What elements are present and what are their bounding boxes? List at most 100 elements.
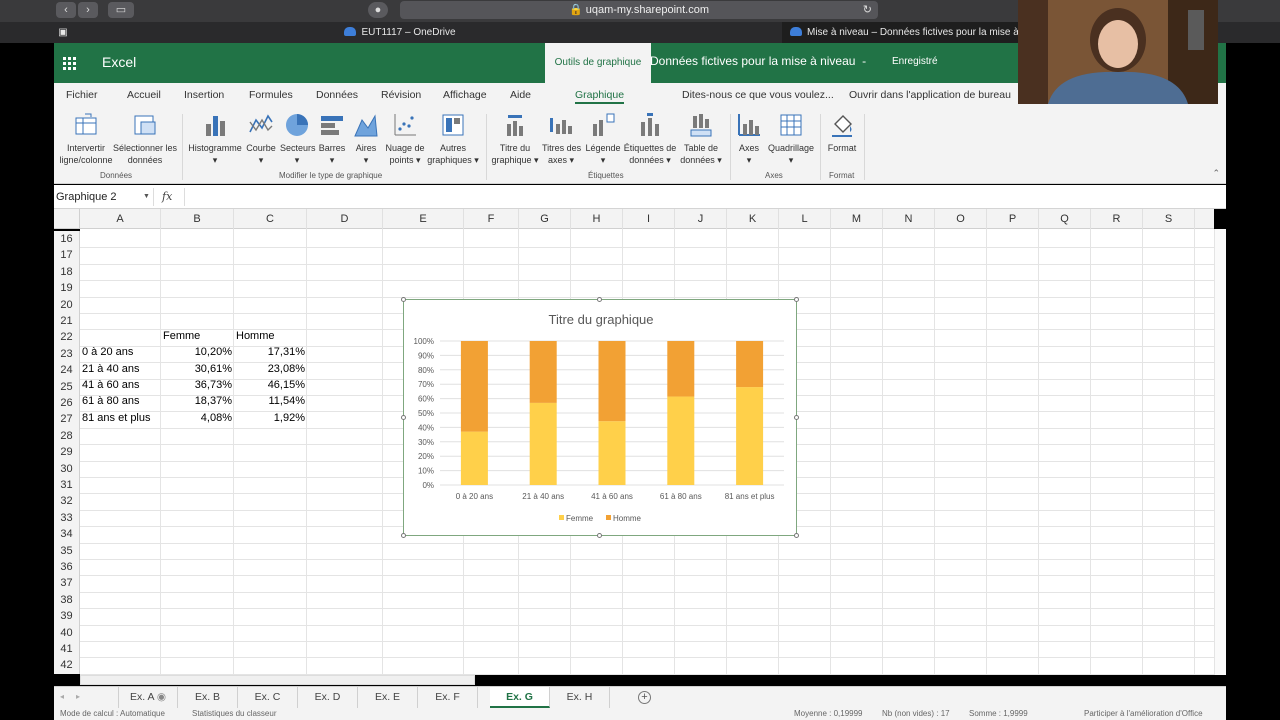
row-header-17[interactable]: 17 xyxy=(54,247,80,264)
column-header-l[interactable]: L xyxy=(779,209,831,229)
privacy-icon[interactable]: ● xyxy=(368,2,388,18)
calc-mode[interactable]: Mode de calcul : Automatique xyxy=(60,708,165,720)
legend-button[interactable]: Légende ▾ xyxy=(584,112,622,166)
row-header-26[interactable]: 26 xyxy=(54,395,80,412)
open-desktop-app[interactable]: Ouvrir dans l'application de bureau xyxy=(849,89,1011,101)
switch-row-column-button[interactable]: Intervertir ligne/colonne xyxy=(58,112,114,166)
row-header-37[interactable]: 37 xyxy=(54,575,80,592)
chart-tools-context-tab[interactable]: Outils de graphique xyxy=(545,43,651,83)
column-header-e[interactable]: E xyxy=(383,209,464,229)
tab-accueil[interactable]: Accueil xyxy=(127,89,161,101)
column-header-r[interactable]: R xyxy=(1091,209,1143,229)
tab-affichage[interactable]: Affichage xyxy=(443,89,487,101)
resize-handle[interactable] xyxy=(597,533,602,538)
column-header-g[interactable]: G xyxy=(519,209,571,229)
homme-value[interactable]: 1,92% xyxy=(234,410,307,426)
other-charts-button[interactable]: Autres graphiques ▾ xyxy=(426,112,480,166)
browser-tab-onedrive[interactable]: EUT1117 – OneDrive xyxy=(80,22,720,43)
name-box[interactable]: Graphique 2 xyxy=(54,188,154,206)
sheet-tab-ex-g[interactable]: Ex. G xyxy=(490,687,550,708)
row-header-39[interactable]: 39 xyxy=(54,608,80,625)
name-box-dropdown-icon[interactable]: ▼ xyxy=(143,188,150,206)
horizontal-scrollbar[interactable] xyxy=(80,675,475,685)
column-header-c[interactable]: C xyxy=(234,209,307,229)
row-header-40[interactable]: 40 xyxy=(54,624,80,641)
row-label[interactable]: 61 à 80 ans xyxy=(80,393,142,409)
resize-handle[interactable] xyxy=(794,533,799,538)
pie-chart-button[interactable]: Secteurs ▾ xyxy=(280,112,316,166)
sheet-tab-ex-c[interactable]: Ex. C xyxy=(238,687,298,708)
row-header-20[interactable]: 20 xyxy=(54,296,80,313)
column-header-f[interactable]: F xyxy=(464,209,519,229)
row-label[interactable]: 0 à 20 ans xyxy=(80,344,135,360)
homme-value[interactable]: 46,15% xyxy=(234,377,307,393)
row-label[interactable]: 41 à 60 ans xyxy=(80,377,142,393)
column-header-i[interactable]: I xyxy=(623,209,675,229)
tab-aide[interactable]: Aide xyxy=(510,89,531,101)
axis-titles-button[interactable]: Titres des axes ▾ xyxy=(542,112,581,166)
scatter-chart-button[interactable]: Nuage de points ▾ xyxy=(384,112,426,166)
line-chart-button[interactable]: Courbe ▾ xyxy=(244,112,278,166)
row-label[interactable]: 81 ans et plus xyxy=(80,410,153,426)
row-header-28[interactable]: 28 xyxy=(54,427,80,445)
row-header-18[interactable]: 18 xyxy=(54,263,80,281)
collapse-ribbon-icon[interactable]: ⌃ xyxy=(1212,168,1220,179)
feedback-link[interactable]: Participer à l'amélioration d'Office xyxy=(1084,708,1203,720)
function-icon[interactable]: fx xyxy=(162,188,172,206)
forward-button[interactable]: › xyxy=(78,2,98,18)
column-header-o[interactable]: O xyxy=(935,209,987,229)
row-header-42[interactable]: 42 xyxy=(54,657,80,674)
row-header-16[interactable]: 16 xyxy=(54,231,80,248)
sidebar-toggle-icon[interactable]: ▭ xyxy=(108,2,134,18)
row-header-32[interactable]: 32 xyxy=(54,493,80,510)
format-button[interactable]: Format xyxy=(824,112,860,154)
resize-handle[interactable] xyxy=(401,415,406,420)
header-femme[interactable]: Femme xyxy=(161,328,202,344)
homme-value[interactable]: 23,08% xyxy=(234,361,307,377)
homme-value[interactable]: 17,31% xyxy=(234,344,307,360)
tab-graphique[interactable]: Graphique xyxy=(575,89,625,104)
reload-icon[interactable]: ↻ xyxy=(863,1,872,19)
tab-donnees[interactable]: Données xyxy=(316,89,358,101)
column-header-p[interactable]: P xyxy=(987,209,1039,229)
sheet-tab-ex-h[interactable]: Ex. H xyxy=(550,687,610,708)
resize-handle[interactable] xyxy=(401,297,406,302)
data-labels-button[interactable]: Étiquettes de données ▾ xyxy=(622,112,678,166)
sheet-tab-ex-f[interactable]: Ex. F xyxy=(418,687,478,708)
column-header-s[interactable]: S xyxy=(1143,209,1195,229)
homme-value[interactable]: 11,54% xyxy=(234,393,307,409)
resize-handle[interactable] xyxy=(794,297,799,302)
row-header-24[interactable]: 24 xyxy=(54,362,80,379)
back-button[interactable]: ‹ xyxy=(56,2,76,18)
column-header-d[interactable]: D xyxy=(307,209,383,229)
row-header-21[interactable]: 21 xyxy=(54,313,80,330)
document-title[interactable]: Données fictives pour la mise à niveau - xyxy=(650,54,866,68)
select-data-button[interactable]: Sélectionner les données xyxy=(112,112,178,166)
row-header-35[interactable]: 35 xyxy=(54,542,80,559)
resize-handle[interactable] xyxy=(794,415,799,420)
row-header-33[interactable]: 33 xyxy=(54,509,80,527)
column-header-h[interactable]: H xyxy=(571,209,623,229)
row-header-29[interactable]: 29 xyxy=(54,444,80,461)
formula-input[interactable] xyxy=(184,188,1224,206)
tab-formules[interactable]: Formules xyxy=(249,89,293,101)
row-header-34[interactable]: 34 xyxy=(54,526,80,543)
row-header-41[interactable]: 41 xyxy=(54,641,80,658)
row-label[interactable]: 21 à 40 ans xyxy=(80,361,142,377)
femme-value[interactable]: 10,20% xyxy=(161,344,234,360)
row-header-30[interactable]: 30 xyxy=(54,460,80,477)
bar-chart-button[interactable]: Barres ▾ xyxy=(316,112,348,166)
column-header-m[interactable]: M xyxy=(831,209,883,229)
sheet-tab-ex-d[interactable]: Ex. D xyxy=(298,687,358,708)
column-chart-button[interactable]: Histogramme ▾ xyxy=(188,112,242,166)
vertical-scrollbar[interactable] xyxy=(1214,229,1226,675)
address-bar[interactable]: 🔒 uqam-my.sharepoint.com ↻ xyxy=(400,1,878,19)
row-header-22[interactable]: 22 xyxy=(54,329,80,346)
row-header-31[interactable]: 31 xyxy=(54,477,80,494)
tab-revision[interactable]: Révision xyxy=(381,89,421,101)
browser-tab-excel[interactable]: Mise à niveau – Données fictives pour la… xyxy=(782,22,1018,43)
femme-value[interactable]: 36,73% xyxy=(161,377,234,393)
header-homme[interactable]: Homme xyxy=(234,328,277,344)
femme-value[interactable]: 18,37% xyxy=(161,393,234,409)
femme-value[interactable]: 30,61% xyxy=(161,361,234,377)
